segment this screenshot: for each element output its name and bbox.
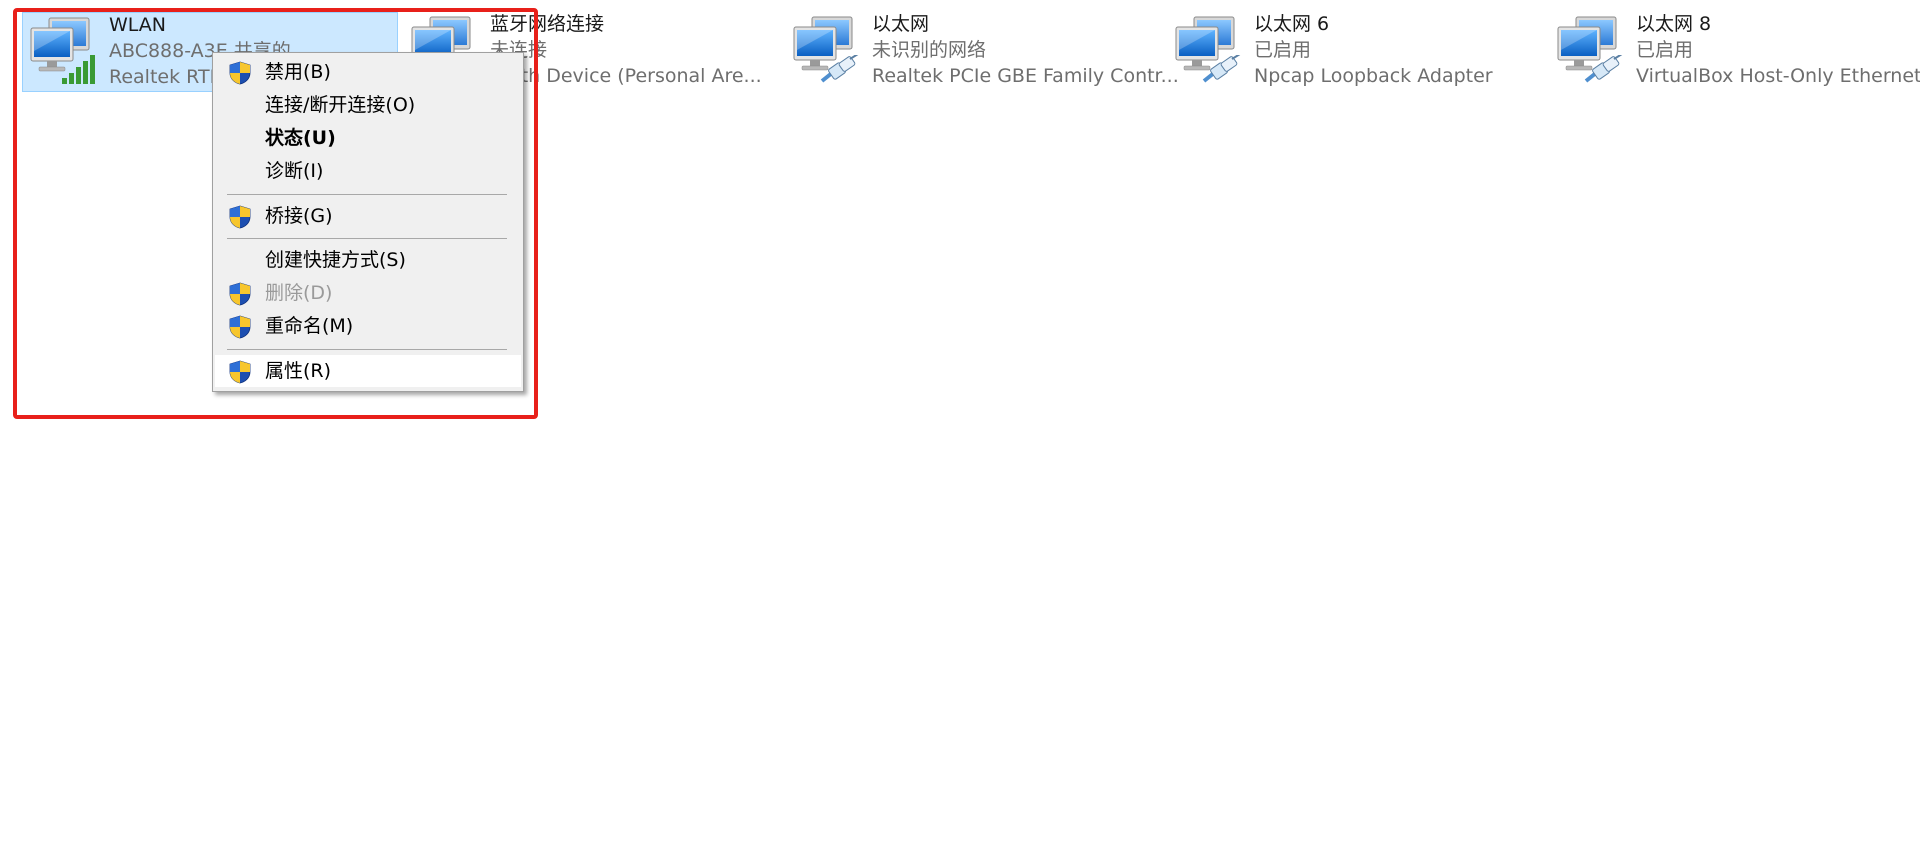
adapter-name: 以太网 8: [1636, 13, 1712, 35]
menu-item-label: 连接/断开连接(O): [265, 94, 416, 116]
menu-item-label: 重命名(M): [265, 315, 354, 337]
menu-item-label: 状态(U): [265, 127, 336, 149]
adapter-ethernet-8[interactable]: 以太网 8 已启用 VirtualBox Host-Only Ethernet …: [1550, 12, 1920, 92]
adapter-name: 以太网 6: [1254, 13, 1330, 35]
uac-shield-icon: [229, 315, 251, 339]
adapter-ethernet-6[interactable]: 以太网 6 已启用 Npcap Loopback Adapter: [1168, 12, 1544, 92]
adapter-name: WLAN: [109, 14, 167, 36]
adapter-device: Realtek PCIe GBE Family Contr...: [872, 65, 1179, 87]
adapter-name: 蓝牙网络连接: [490, 13, 605, 35]
menu-item-label: 创建快捷方式(S): [265, 249, 406, 271]
adapter-name: 以太网: [872, 13, 930, 35]
menu-item-label: 诊断(I): [265, 160, 324, 182]
adapter-status: 已启用: [1254, 39, 1312, 61]
menu-item-properties[interactable]: 属性(R): [215, 355, 521, 387]
menu-item-delete[interactable]: 删除(D): [215, 277, 521, 309]
menu-item-disable[interactable]: 禁用(B): [215, 56, 521, 88]
uac-shield-icon: [229, 360, 251, 384]
uac-shield-icon: [229, 205, 251, 229]
adapter-device: Npcap Loopback Adapter: [1254, 65, 1493, 87]
adapter-status: 已启用: [1636, 39, 1694, 61]
menu-separator: [227, 349, 507, 350]
menu-item-create-shortcut[interactable]: 创建快捷方式(S): [215, 244, 521, 276]
adapter-device: tooth Device (Personal Are...: [490, 65, 762, 87]
network-adapter-icon: [29, 16, 99, 86]
menu-item-bridge[interactable]: 桥接(G): [215, 200, 521, 232]
uac-shield-icon: [229, 282, 251, 306]
network-adapter-icon: [1174, 15, 1244, 85]
menu-item-label: 删除(D): [265, 282, 333, 304]
menu-separator: [227, 238, 507, 239]
adapter-ethernet[interactable]: 以太网 未识别的网络 Realtek PCIe GBE Family Contr…: [786, 12, 1179, 92]
adapter-status: 未识别的网络: [872, 39, 987, 61]
menu-separator: [227, 194, 507, 195]
menu-item-label: 禁用(B): [265, 61, 331, 83]
context-menu: 禁用(B) 连接/断开连接(O) 状态(U) 诊断(I) 桥接(G) 创建快捷方…: [212, 52, 524, 392]
network-adapter-icon: [1556, 15, 1626, 85]
adapter-device: VirtualBox Host-Only Ethernet ...: [1636, 65, 1920, 87]
uac-shield-icon: [229, 61, 251, 85]
menu-item-diagnose[interactable]: 诊断(I): [215, 155, 521, 187]
menu-item-status[interactable]: 状态(U): [215, 122, 521, 154]
menu-item-connect-disconnect[interactable]: 连接/断开连接(O): [215, 89, 521, 121]
menu-item-label: 属性(R): [265, 360, 332, 382]
menu-item-label: 桥接(G): [265, 205, 333, 227]
menu-item-rename[interactable]: 重命名(M): [215, 310, 521, 342]
adapter-status: 未连接: [490, 39, 548, 61]
network-adapter-icon: [792, 15, 862, 85]
